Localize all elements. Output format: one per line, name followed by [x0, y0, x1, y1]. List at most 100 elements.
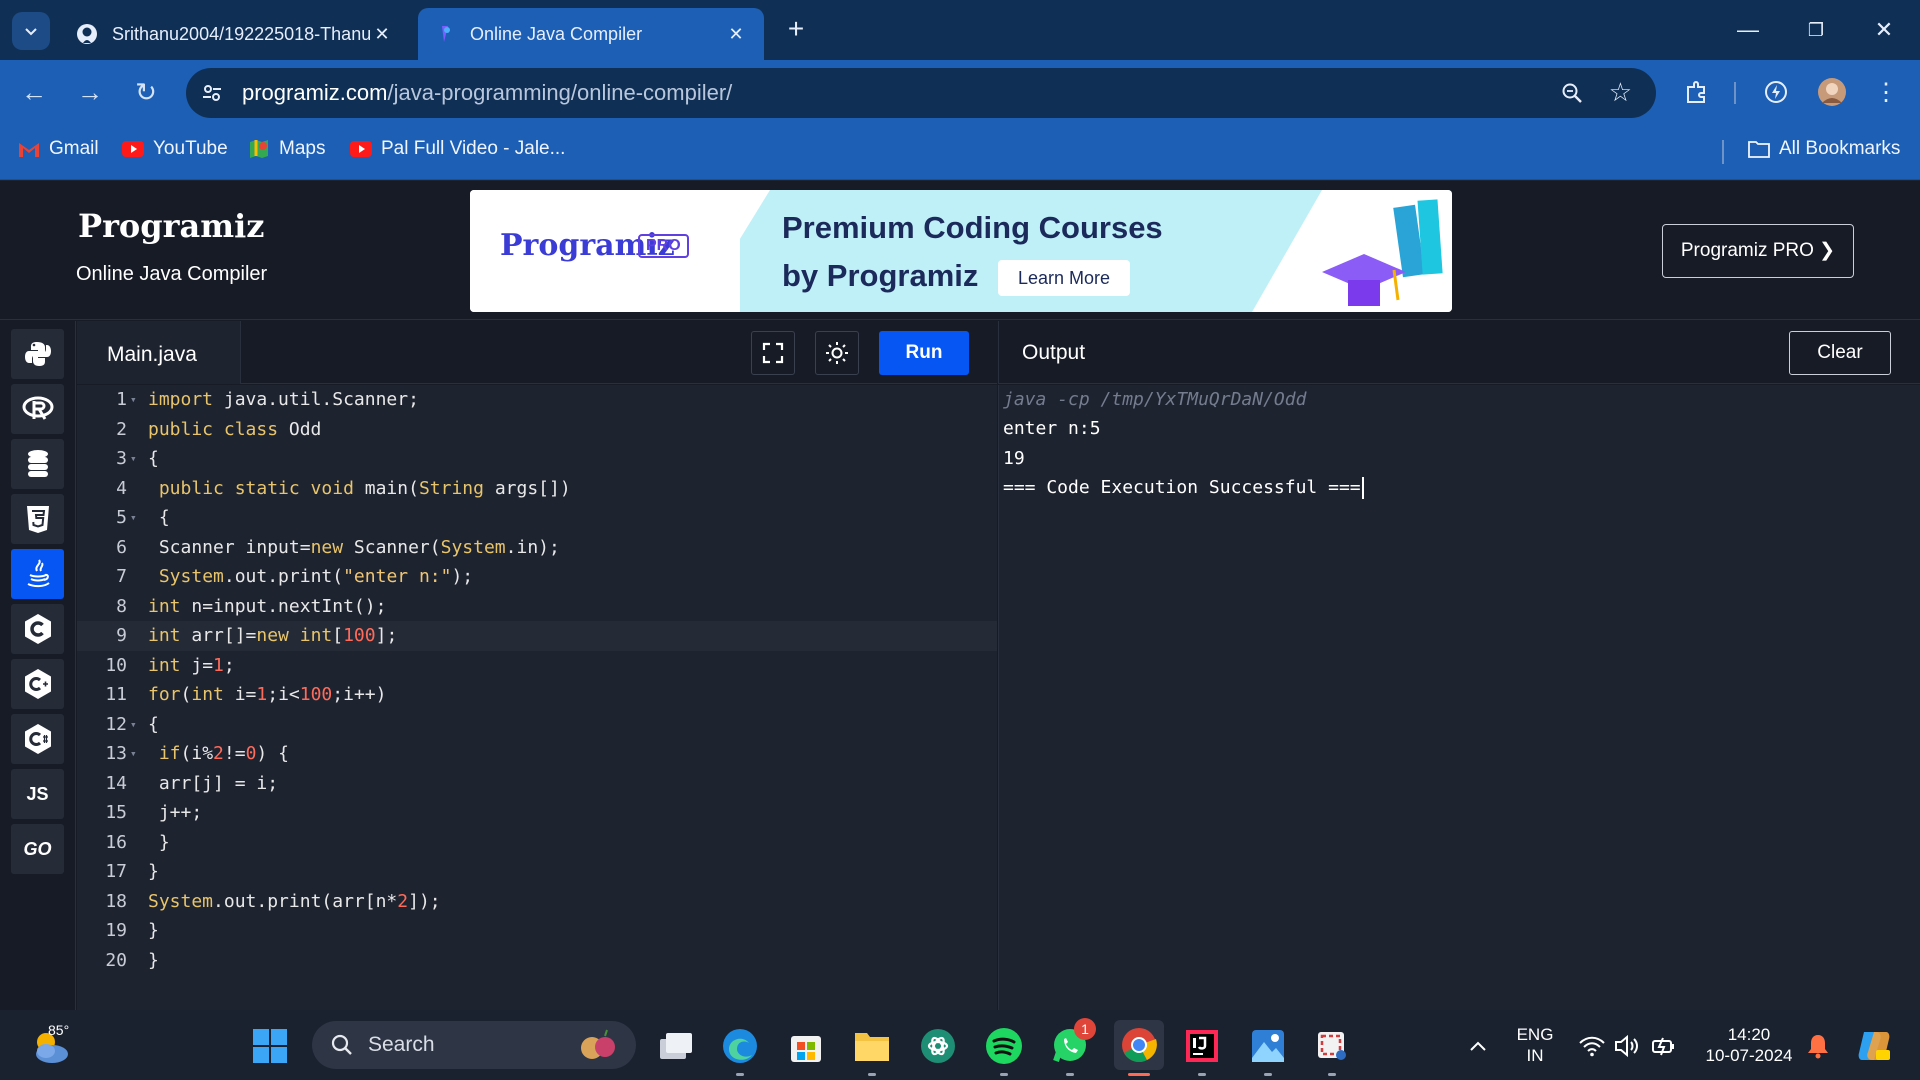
wifi-icon[interactable]: [1572, 1024, 1612, 1068]
bookmark-gmail[interactable]: Gmail: [18, 138, 99, 160]
fullscreen-button[interactable]: [751, 331, 795, 375]
learn-more-button[interactable]: Learn More: [998, 260, 1130, 296]
profile-avatar[interactable]: [1816, 76, 1848, 108]
close-window-button[interactable]: ✕: [1864, 12, 1904, 48]
performance-icon[interactable]: [1760, 76, 1792, 108]
bookmark-youtube[interactable]: YouTube: [122, 138, 228, 160]
spotify-icon[interactable]: [982, 1024, 1026, 1076]
tab-online-java-compiler[interactable]: Online Java Compiler ✕: [418, 8, 764, 60]
new-tab-button[interactable]: +: [780, 14, 812, 46]
sql-database-icon[interactable]: [11, 439, 64, 489]
bookmark-label: Maps: [279, 138, 326, 159]
minimize-button[interactable]: —: [1728, 12, 1768, 48]
graduation-cap-books-icon: [1322, 199, 1443, 306]
code-line: 16 }: [105, 832, 170, 853]
address-bar[interactable]: programiz.com/java-programming/online-co…: [186, 68, 1656, 118]
copilot-icon[interactable]: [1852, 1024, 1896, 1068]
output-success-text: === Code Execution Successful ===: [1003, 477, 1361, 498]
html5-icon[interactable]: [11, 494, 64, 544]
bookmark-maps[interactable]: Maps: [248, 138, 325, 160]
editor-header: Main.java Run: [77, 321, 997, 384]
clock[interactable]: 14:20 10-07-2024: [1696, 1024, 1802, 1066]
input-language[interactable]: ENG IN: [1508, 1024, 1562, 1066]
language-code: ENG: [1516, 1025, 1554, 1044]
cpp-icon[interactable]: [11, 659, 64, 709]
output-console[interactable]: java -cp /tmp/YxTMuQrDaN/Odd enter n:5 1…: [998, 385, 1920, 1010]
javascript-icon[interactable]: JS: [11, 769, 64, 819]
c-language-icon[interactable]: [11, 604, 64, 654]
csharp-icon[interactable]: [11, 714, 64, 764]
running-indicator: [1328, 1073, 1336, 1076]
bookmark-pal-full-video[interactable]: Pal Full Video - Jale...: [350, 138, 565, 160]
bookmark-star-icon[interactable]: ☆: [1609, 79, 1632, 105]
output-line-final: === Code Execution Successful ===: [1003, 473, 1364, 503]
close-icon[interactable]: ✕: [370, 24, 394, 45]
zoom-icon[interactable]: [1560, 81, 1584, 105]
go-icon[interactable]: GO: [11, 824, 64, 874]
search-placeholder: Search: [368, 1033, 435, 1056]
youtube-icon: [122, 138, 144, 160]
photos-icon[interactable]: [1246, 1024, 1290, 1076]
edge-browser-icon[interactable]: [718, 1024, 762, 1076]
forward-button[interactable]: →: [72, 74, 108, 110]
bookmark-label: All Bookmarks: [1779, 138, 1901, 159]
ad-banner[interactable]: Programiz PRO Premium Coding Courses by …: [470, 190, 1452, 312]
r-language-icon[interactable]: [11, 384, 64, 434]
clock-date: 10-07-2024: [1705, 1046, 1793, 1065]
bookmarks-bar: Gmail YouTube Maps Pal Full Video - Jale…: [0, 124, 1920, 180]
code-line: 6 Scanner input=new Scanner(System.in);: [116, 537, 560, 558]
notification-bell-icon[interactable]: [1798, 1024, 1838, 1068]
code-line: 1 ▾ import java.util.Scanner;: [116, 389, 419, 410]
code-editor[interactable]: 1 ▾ import java.util.Scanner; 2 public clas…: [77, 385, 997, 1010]
microsoft-store-icon[interactable]: [784, 1024, 828, 1068]
active-indicator: [1128, 1073, 1150, 1076]
volume-icon[interactable]: [1608, 1024, 1648, 1068]
code-line: 17}: [105, 861, 159, 882]
close-icon[interactable]: ✕: [724, 24, 748, 45]
reload-button[interactable]: ↻: [128, 74, 164, 110]
file-tab[interactable]: Main.java: [77, 321, 241, 384]
youtube-icon: [350, 138, 372, 160]
battery-charging-icon[interactable]: [1644, 1024, 1684, 1068]
programiz-pro-button[interactable]: Programiz PRO ❯: [1662, 224, 1854, 278]
menu-kebab-icon[interactable]: ⋮: [1870, 76, 1902, 108]
site-header: Programiz Online Java Compiler Programiz…: [0, 181, 1920, 320]
theme-toggle-button[interactable]: [815, 331, 859, 375]
fullscreen-icon: [762, 342, 784, 364]
bookmark-label: YouTube: [153, 138, 228, 159]
toolbar-divider: [1734, 82, 1736, 104]
run-button[interactable]: Run: [879, 331, 969, 375]
task-view-icon[interactable]: [654, 1024, 698, 1068]
search-icon: [331, 1034, 352, 1055]
running-indicator: [1066, 1073, 1074, 1076]
restore-button[interactable]: ❐: [1796, 12, 1836, 48]
browser-tab-bar: Srithanu2004/192225018-Thanu ✕ Online Ja…: [0, 0, 1920, 60]
java-icon[interactable]: [11, 549, 64, 599]
tab-github[interactable]: Srithanu2004/192225018-Thanu ✕: [60, 8, 410, 60]
file-explorer-icon[interactable]: [850, 1024, 894, 1076]
code-line: 11 for(int i=1;i<100;i++): [105, 684, 387, 705]
all-bookmarks-button[interactable]: All Bookmarks: [1748, 138, 1900, 160]
whatsapp-icon[interactable]: 1: [1048, 1018, 1096, 1076]
code-line: 4 public static void main(String args[]): [116, 478, 571, 499]
clear-button[interactable]: Clear: [1789, 331, 1891, 375]
chrome-icon[interactable]: [1114, 1020, 1164, 1076]
windows-start-icon[interactable]: [248, 1024, 292, 1068]
gmail-icon: [18, 138, 40, 160]
code-line: 18 System.out.print(arr[n*2]);: [105, 891, 441, 912]
site-settings-icon[interactable]: [200, 81, 224, 105]
taskbar-search-box[interactable]: Search: [312, 1021, 636, 1069]
code-line: 20}: [105, 950, 159, 971]
programiz-logo[interactable]: Programiz: [78, 207, 264, 245]
back-button[interactable]: ←: [16, 74, 52, 110]
snipping-tool-icon[interactable]: [1310, 1024, 1354, 1076]
python-icon[interactable]: [11, 329, 64, 379]
tab-search-button[interactable]: [12, 12, 50, 50]
intellij-idea-icon[interactable]: [1180, 1024, 1224, 1076]
code-line: 5 ▾ {: [116, 507, 170, 528]
show-hidden-icons-chevron[interactable]: [1456, 1024, 1500, 1068]
extensions-icon[interactable]: [1680, 76, 1712, 108]
search-highlight-icon: [581, 1029, 615, 1059]
chatgpt-icon[interactable]: [916, 1024, 960, 1068]
chevron-down-icon: [25, 28, 37, 36]
